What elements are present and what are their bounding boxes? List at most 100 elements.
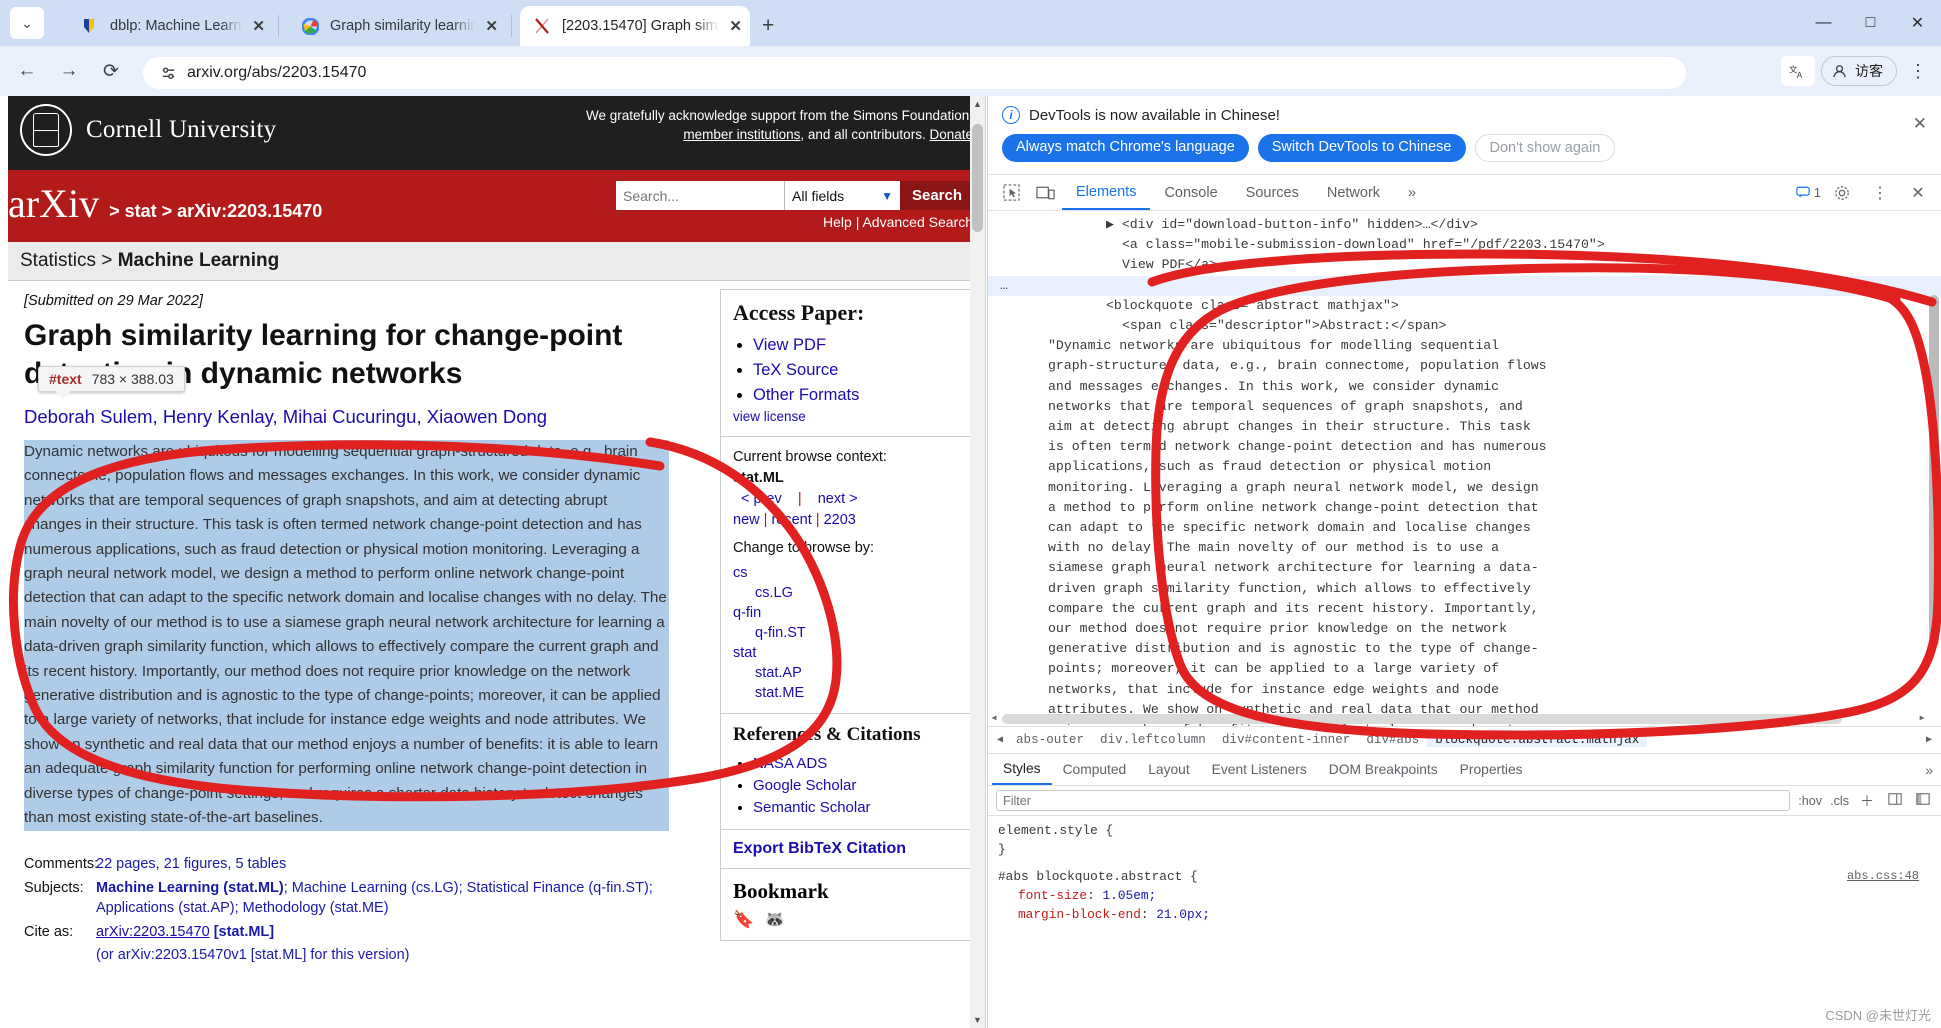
category-qfin[interactable]: q-fin <box>733 603 969 623</box>
dom-horizontal-scrollbar[interactable]: ◀ ▶ <box>992 714 1924 724</box>
tabs-overflow-button[interactable]: » <box>1394 175 1430 210</box>
category-stat[interactable]: stat <box>733 643 969 663</box>
dom-line-blockquote[interactable]: <blockquote class="abstract mathjax"> <box>988 296 1941 316</box>
toggle-element-state-icon[interactable] <box>1913 792 1933 809</box>
reddit-icon[interactable]: 🦝 <box>764 910 785 930</box>
profile-guest-button[interactable]: 访客 <box>1821 56 1897 86</box>
back-icon[interactable]: ← <box>10 54 44 88</box>
rule-abs-blockquote-abstract[interactable]: abs.css:48 #abs blockquote.abstract { fo… <box>998 867 1931 924</box>
dom-abstract-text-node[interactable]: "Dynamic networks are ubiquitous for mod… <box>988 336 1941 726</box>
breadcrumb-blockquote-abstract[interactable]: blockquote.abstract.mathjax <box>1427 733 1648 747</box>
rule-source-file[interactable]: abs.css:48 <box>1847 867 1919 886</box>
nasa-ads-link[interactable]: NASA ADS <box>753 755 827 772</box>
advanced-search-link[interactable]: Advanced Search <box>862 214 973 230</box>
category-cs-lg[interactable]: cs.LG <box>733 583 969 603</box>
category-stat-me[interactable]: stat.ME <box>733 683 969 703</box>
rule-element-style[interactable]: element.style { } <box>998 821 1931 859</box>
category-qfin-st[interactable]: q-fin.ST <box>733 623 969 643</box>
donate-link[interactable]: Donate <box>929 127 973 142</box>
export-bibtex-link[interactable]: Export BibTeX Citation <box>733 840 906 857</box>
search-field-select[interactable]: All fields ▼ <box>784 181 900 210</box>
tex-source-link[interactable]: TeX Source <box>753 361 838 379</box>
tab-console[interactable]: Console <box>1150 175 1231 210</box>
dom-line-download-button[interactable]: ▶ <div id="download-button-info" hidden>… <box>988 215 1941 235</box>
other-formats-link[interactable]: Other Formats <box>753 386 859 404</box>
styles-tabs-overflow-icon[interactable]: » <box>1925 762 1933 778</box>
tab-dom-breakpoints[interactable]: DOM Breakpoints <box>1318 754 1449 785</box>
tab-computed[interactable]: Computed <box>1052 754 1138 785</box>
hov-toggle[interactable]: :hov <box>1798 794 1822 808</box>
search-input[interactable] <box>616 181 784 210</box>
device-toolbar-icon[interactable] <box>1028 176 1062 210</box>
arxiv-id-link[interactable]: arXiv:2203.15470 <box>96 924 210 940</box>
search-button[interactable]: Search <box>900 181 974 210</box>
tab-layout[interactable]: Layout <box>1137 754 1200 785</box>
always-match-language-button[interactable]: Always match Chrome's language <box>1002 134 1249 162</box>
tab-styles[interactable]: Styles <box>992 754 1052 785</box>
cornell-logo[interactable]: Cornell University <box>20 104 276 156</box>
category-cs[interactable]: cs <box>733 563 969 583</box>
breadcrumb-scroll-right-icon[interactable]: ▶ <box>1921 734 1937 746</box>
scroll-left-icon[interactable]: ◀ <box>988 714 1000 724</box>
dom-tree[interactable]: ▶ <div id="download-button-info" hidden>… <box>988 211 1941 726</box>
reload-icon[interactable]: ⟳ <box>94 54 128 88</box>
breadcrumb-scroll-left-icon[interactable]: ◀ <box>992 734 1008 746</box>
address-bar[interactable]: arxiv.org/abs/2203.15470 <box>143 57 1686 89</box>
dont-show-again-button[interactable]: Don't show again <box>1474 134 1616 162</box>
rule-property[interactable]: font-size: 1.05em; <box>998 886 1931 905</box>
site-settings-icon[interactable] <box>157 62 179 84</box>
dom-line-anchor-open[interactable]: <a class="mobile-submission-download" hr… <box>988 235 1941 255</box>
browser-tab-0[interactable]: dblp: Machine Learning, Volu ✕ <box>68 6 273 46</box>
chrome-menu-icon[interactable]: ⋮ <box>1903 61 1933 82</box>
browser-tab-2[interactable]: [2203.15470] Graph similarity ✕ <box>520 6 750 46</box>
authors-list[interactable]: Deborah Sulem, Henry Kenlay, Mihai Cucur… <box>24 403 706 431</box>
prev-link[interactable]: < prev <box>741 491 782 507</box>
dom-vertical-scrollbar[interactable] <box>1929 217 1939 717</box>
scrollbar-thumb[interactable] <box>1929 295 1939 647</box>
inspect-element-icon[interactable] <box>994 176 1028 210</box>
browser-tab-1[interactable]: Graph similarity learning for c ✕ <box>288 6 506 46</box>
computed-sidebar-icon[interactable] <box>1885 792 1905 809</box>
scrollbar-thumb[interactable] <box>972 124 983 232</box>
forward-icon[interactable]: → <box>52 54 86 88</box>
tab-close-icon[interactable]: ✕ <box>252 17 265 35</box>
tab-event-listeners[interactable]: Event Listeners <box>1201 754 1318 785</box>
devtools-close-icon[interactable]: ✕ <box>1901 176 1935 210</box>
google-scholar-link[interactable]: Google Scholar <box>753 777 856 794</box>
settings-gear-icon[interactable] <box>1825 176 1859 210</box>
switch-to-chinese-button[interactable]: Switch DevTools to Chinese <box>1257 134 1466 162</box>
scroll-up-icon[interactable]: ▲ <box>970 96 985 112</box>
new-link[interactable]: new <box>733 512 760 528</box>
issues-badge[interactable]: 1 <box>1796 185 1821 200</box>
dom-line-span-descriptor[interactable]: <span class="descriptor">Abstract:</span… <box>988 316 1941 336</box>
new-style-rule-icon[interactable]: ＋ <box>1857 791 1877 811</box>
devtools-more-icon[interactable]: ⋮ <box>1863 176 1897 210</box>
view-pdf-link[interactable]: View PDF <box>753 336 826 354</box>
scrollbar-thumb[interactable] <box>1002 714 1842 724</box>
minimize-icon[interactable]: — <box>1800 0 1847 46</box>
next-link[interactable]: next > <box>818 491 858 507</box>
tab-sources[interactable]: Sources <box>1232 175 1313 210</box>
tab-properties[interactable]: Properties <box>1449 754 1534 785</box>
rule-property[interactable]: margin-block-end: 21.0px; <box>998 905 1931 924</box>
scroll-down-icon[interactable]: ▼ <box>970 1012 985 1028</box>
month-link[interactable]: 2203 <box>824 512 856 528</box>
breadcrumb-div-leftcolumn[interactable]: div.leftcolumn <box>1092 733 1214 747</box>
page-scrollbar[interactable]: ▲ ▼ <box>970 96 985 1028</box>
new-tab-button[interactable]: + <box>762 14 774 38</box>
scroll-right-icon[interactable]: ▶ <box>1916 714 1928 724</box>
member-institutions-link[interactable]: member institutions <box>683 127 800 142</box>
bibsonomy-icon[interactable]: 🔖 <box>733 910 754 930</box>
semantic-scholar-link[interactable]: Semantic Scholar <box>753 799 871 816</box>
breadcrumb-div-abs[interactable]: div#abs <box>1358 733 1427 747</box>
dom-line-view-pdf[interactable]: View PDF</a> <box>988 255 1941 275</box>
tab-search-dropdown-button[interactable]: ⌄ <box>10 7 44 39</box>
tab-elements[interactable]: Elements <box>1062 175 1151 210</box>
category-stat-ap[interactable]: stat.AP <box>733 663 969 683</box>
cls-toggle[interactable]: .cls <box>1830 794 1849 808</box>
arxiv-logo[interactable]: arXiv > stat > arXiv:2203.15470 <box>8 180 322 227</box>
view-license-link[interactable]: view license <box>733 409 806 424</box>
breadcrumb-div-content-inner[interactable]: div#content-inner <box>1214 733 1358 747</box>
tab-network[interactable]: Network <box>1313 175 1394 210</box>
styles-rules-pane[interactable]: element.style { } abs.css:48 #abs blockq… <box>988 816 1941 1028</box>
